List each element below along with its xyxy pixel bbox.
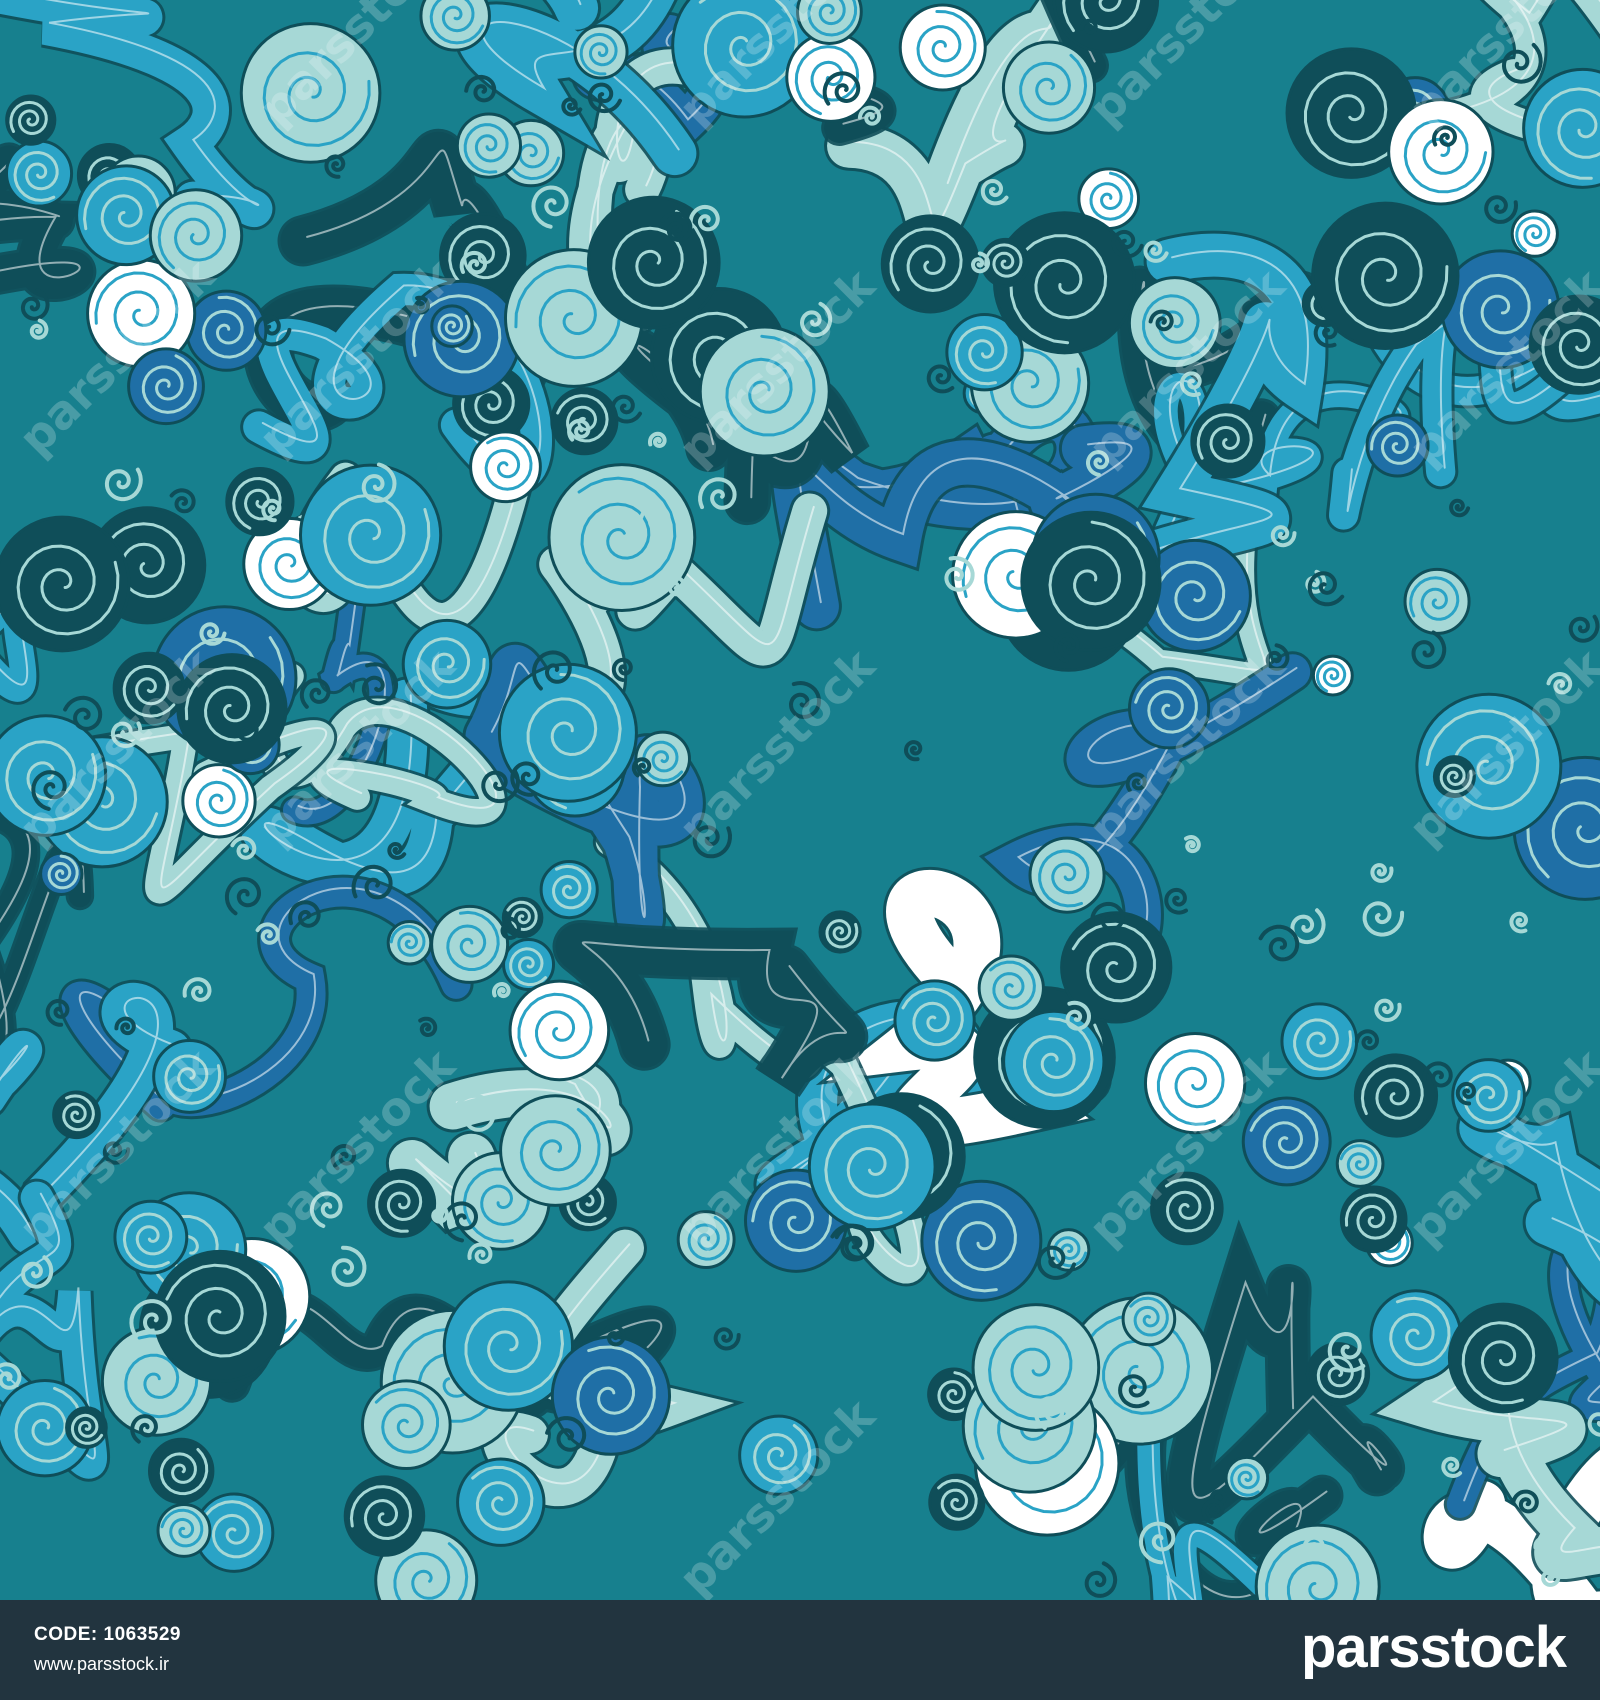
footer-bar: CODE: 1063529 www.parsstock.ir parsstock xyxy=(0,1600,1600,1700)
swirl-wave-pattern xyxy=(0,0,1600,1600)
code-label: CODE: 1063529 xyxy=(34,1624,181,1645)
curl-blob xyxy=(1369,1289,1463,1382)
pattern-canvas xyxy=(0,0,1600,1600)
curl-blob xyxy=(239,22,382,164)
curl-blob xyxy=(152,1039,227,1114)
curl-blob xyxy=(1020,510,1162,652)
curl-blob xyxy=(1447,1302,1559,1414)
curl-blob xyxy=(547,463,697,612)
curl-blob xyxy=(185,289,268,372)
brand-logo: parsstock xyxy=(1300,1615,1567,1680)
curl-blob xyxy=(343,1475,426,1557)
curl-blob xyxy=(698,325,831,458)
curl-blob xyxy=(430,904,510,984)
curl-blob xyxy=(1143,1031,1247,1135)
curl-blob xyxy=(176,653,288,765)
curl-blob xyxy=(497,662,638,803)
curl-blob xyxy=(298,463,443,607)
image-stage: parsstock parsstock parsstock parsstock … xyxy=(0,0,1600,1700)
website-text: www.parsstock.ir xyxy=(34,1654,170,1674)
curl-blob xyxy=(807,1102,937,1232)
